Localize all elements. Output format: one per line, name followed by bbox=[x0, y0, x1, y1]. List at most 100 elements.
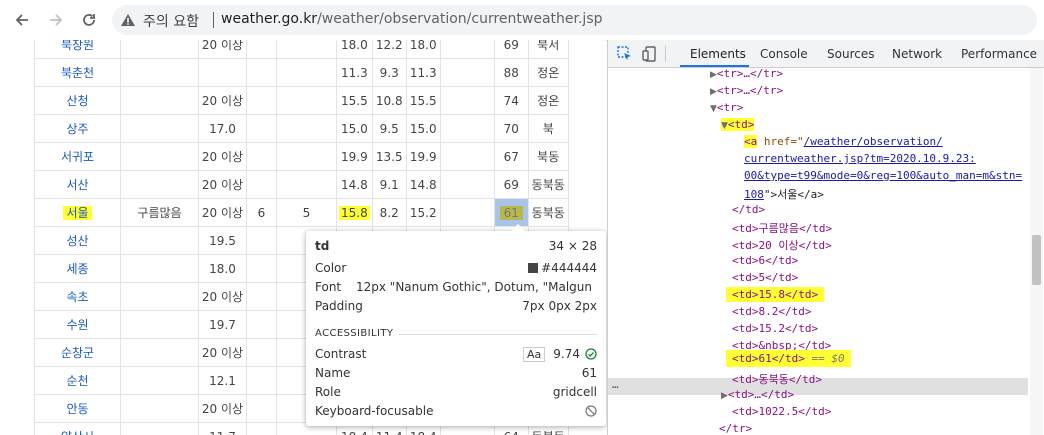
cell-value: 11.4 bbox=[376, 430, 403, 435]
station-cell[interactable]: 서산 bbox=[34, 170, 121, 199]
cell-value: 64 bbox=[504, 430, 519, 435]
station-link[interactable]: 서울 bbox=[63, 206, 92, 220]
reload-button[interactable] bbox=[77, 8, 101, 32]
station-cell[interactable]: 순천 bbox=[34, 366, 121, 395]
data-cell: 12.1 bbox=[198, 366, 247, 395]
dom-line-td-collapsed[interactable]: ▶<td>…</td> bbox=[721, 388, 794, 401]
cell-value: 61 bbox=[499, 205, 523, 220]
station-link[interactable]: 서귀포 bbox=[61, 150, 94, 164]
collapse-triangle-icon[interactable]: ▼ bbox=[721, 121, 728, 131]
data-cell: 5 bbox=[276, 198, 337, 227]
url-text[interactable]: weather.go.kr/weather/observation/curren… bbox=[221, 11, 603, 27]
cell-value: 20 이상 bbox=[201, 346, 244, 360]
station-link[interactable]: 순천 bbox=[66, 374, 88, 388]
data-cell: 북동 bbox=[527, 142, 569, 171]
dom-line-td-highlighted[interactable]: <td>15.8</td> bbox=[726, 287, 825, 302]
station-cell[interactable]: 속초 bbox=[34, 282, 121, 311]
color-value: #444444 bbox=[541, 261, 597, 275]
forward-button[interactable] bbox=[44, 8, 68, 32]
tab-network[interactable]: Network bbox=[892, 47, 942, 61]
dom-line-href-cont[interactable]: currentweather.jsp?tm=2020.10.9.23: bbox=[744, 152, 976, 165]
station-link[interactable]: 상주 bbox=[66, 122, 88, 136]
station-link[interactable]: 성산 bbox=[66, 234, 88, 248]
station-link[interactable]: 북창원 bbox=[61, 40, 94, 52]
accessibility-heading: ACCESSIBILITY bbox=[315, 328, 394, 339]
station-cell[interactable]: 산청 bbox=[34, 86, 121, 115]
dom-line-tr-collapsed[interactable]: ▶<tr>…</tr> bbox=[710, 67, 783, 80]
dom-line-td[interactable]: <td>동북동</td> bbox=[732, 371, 822, 387]
station-cell[interactable]: 수원 bbox=[34, 310, 121, 339]
devtools-scrollbar[interactable] bbox=[1030, 68, 1043, 435]
collapse-triangle-icon[interactable]: ▼ bbox=[710, 104, 717, 114]
cell-value: 11.7 bbox=[209, 430, 236, 435]
station-cell[interactable]: 서울 bbox=[34, 198, 121, 227]
station-link[interactable]: 산청 bbox=[66, 94, 88, 108]
dom-line-anchor[interactable]: <a href="/weather/observation/ bbox=[744, 135, 943, 148]
expand-triangle-icon[interactable]: ▶ bbox=[721, 391, 728, 401]
tab-elements[interactable]: Elements bbox=[690, 47, 746, 61]
dom-line-tr-close[interactable]: </tr> bbox=[719, 422, 752, 435]
tab-sources[interactable]: Sources bbox=[827, 47, 874, 61]
tab-console[interactable]: Console bbox=[760, 47, 808, 61]
scrollbar-thumb[interactable] bbox=[1032, 235, 1041, 285]
dom-line-href-end[interactable]: 108">서울</a> bbox=[744, 186, 824, 202]
station-link[interactable]: 세종 bbox=[66, 262, 88, 276]
dom-line-tr-collapsed[interactable]: ▶<tr>…</tr> bbox=[710, 84, 783, 97]
dom-line-td[interactable]: <td>1022.5</td> bbox=[732, 405, 831, 418]
station-cell[interactable]: 북창원 bbox=[34, 40, 121, 59]
station-cell[interactable]: 북춘천 bbox=[34, 58, 121, 87]
inspect-element-icon[interactable] bbox=[616, 45, 634, 63]
dom-line-td[interactable]: <td>15.2</td> bbox=[732, 322, 818, 335]
warning-icon[interactable] bbox=[120, 12, 136, 28]
data-cell: 15.0 bbox=[336, 114, 373, 143]
dom-line-href-cont[interactable]: 00&type=t99&mode=0&reg=100&auto_man=m&st… bbox=[744, 169, 1022, 182]
station-cell[interactable]: 서귀포 bbox=[34, 142, 121, 171]
address-bar[interactable]: 주의 요함 weather.go.kr/weather/observation/… bbox=[112, 5, 1037, 35]
device-toolbar-icon[interactable] bbox=[641, 45, 659, 63]
back-button[interactable] bbox=[10, 8, 34, 32]
station-link[interactable]: 서산 bbox=[66, 178, 88, 192]
expand-triangle-icon[interactable]: ▶ bbox=[710, 70, 717, 80]
dom-href-link[interactable]: currentweather.jsp?tm=2020.10.9.23: bbox=[744, 152, 976, 165]
station-link[interactable]: 속초 bbox=[66, 290, 88, 304]
security-label[interactable]: 주의 요함 bbox=[143, 11, 199, 31]
tab-performance[interactable]: Performance bbox=[961, 47, 1037, 61]
cell-value: 19.9 bbox=[409, 149, 437, 164]
expand-triangle-icon[interactable]: ▶ bbox=[710, 87, 717, 97]
node-options-ellipsis[interactable]: … bbox=[612, 378, 619, 391]
dom-href-link[interactable]: 00&type=t99&mode=0&reg=100&auto_man=m&st… bbox=[744, 169, 1022, 182]
tooltip-size: 34 × 28 bbox=[548, 239, 597, 253]
dom-href-link[interactable]: 108 bbox=[744, 188, 764, 201]
dom-line-td-selected[interactable]: <td>61</td> == $0 bbox=[726, 350, 851, 367]
dom-line-td-close[interactable]: </td> bbox=[732, 203, 765, 216]
data-cell: 북서 bbox=[527, 40, 569, 59]
dom-line-td-open[interactable]: ▼<td> bbox=[721, 118, 755, 131]
dom-href-link[interactable]: /weather/observation/ bbox=[804, 135, 943, 148]
dom-node-td: <td>…</td> bbox=[727, 388, 795, 401]
station-link[interactable]: 순창군 bbox=[61, 346, 94, 360]
data-cell bbox=[120, 422, 199, 435]
dom-line-td[interactable]: <td>구름많음</td> bbox=[732, 220, 832, 236]
station-link[interactable]: 북춘천 bbox=[61, 66, 94, 80]
dom-line-td[interactable]: <td>6</td> bbox=[732, 254, 798, 267]
station-cell[interactable]: 세종 bbox=[34, 254, 121, 283]
dom-line-td[interactable]: <td>5</td> bbox=[732, 271, 798, 284]
station-cell[interactable]: 양산시 bbox=[34, 422, 121, 435]
station-cell[interactable]: 안동 bbox=[34, 394, 121, 423]
dom-line-td[interactable]: <td>20 이상</td> bbox=[732, 237, 832, 253]
dom-line-td[interactable]: <td>8.2</td> bbox=[732, 305, 811, 318]
dom-node-tr-open: <tr> bbox=[716, 101, 744, 114]
station-link[interactable]: 안동 bbox=[66, 402, 88, 416]
cell-value: 12.1 bbox=[209, 373, 236, 388]
dom-line-tr-open[interactable]: ▼<tr> bbox=[710, 101, 743, 114]
station-cell[interactable]: 성산 bbox=[34, 226, 121, 255]
dom-tree: … ▶<tr>…</tr> ▶<tr>…</tr> ▼<tr> ▼<td> <a… bbox=[608, 67, 1044, 435]
station-link[interactable]: 수원 bbox=[66, 318, 88, 332]
station-link[interactable]: 양산시 bbox=[61, 430, 94, 435]
station-cell[interactable]: 상주 bbox=[34, 114, 121, 143]
station-cell[interactable]: 순창군 bbox=[34, 338, 121, 367]
data-cell bbox=[276, 58, 337, 87]
cell-value: 17.0 bbox=[209, 121, 236, 136]
data-cell: 11.7 bbox=[198, 422, 247, 435]
cell-value: 5 bbox=[302, 205, 311, 220]
